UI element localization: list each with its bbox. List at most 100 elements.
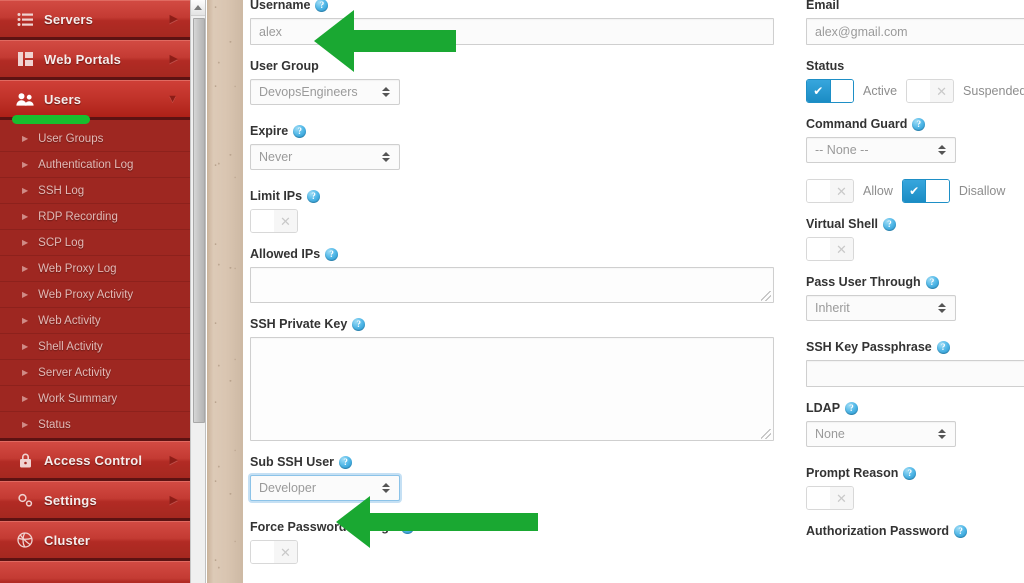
users-icon [12, 92, 38, 106]
sub-ssh-user-select[interactable]: Developer [250, 475, 400, 501]
toggle-on-icon: ✔ [902, 180, 926, 202]
sidebar-item-access-control[interactable]: Access Control ▶ [0, 441, 190, 481]
resize-handle-icon[interactable] [761, 429, 771, 439]
allowed-ips-textarea[interactable] [250, 267, 774, 303]
form-column-right: Email Status ✔ Active ✕ Suspended [806, 0, 1024, 552]
help-icon[interactable]: ? [903, 466, 917, 480]
sidebar-item-label: Access Control [44, 452, 143, 468]
sidebar-item-web-portals[interactable]: Web Portals ▶ [0, 40, 190, 80]
sub-ssh-user-value: Developer [259, 481, 316, 495]
sidebar-subitem-authentication-log[interactable]: ▶ Authentication Log [0, 152, 190, 178]
sidebar-item-servers[interactable]: Servers ▶ [0, 0, 190, 40]
username-input[interactable] [250, 18, 774, 45]
sidebar-subitem-work-summary[interactable]: ▶ Work Summary [0, 386, 190, 412]
help-icon[interactable]: ? [883, 217, 897, 231]
resize-handle-icon[interactable] [761, 291, 771, 301]
help-icon[interactable]: ? [293, 124, 307, 138]
help-icon[interactable]: ? [339, 455, 353, 469]
command-guard-select[interactable]: -- None -- [806, 137, 956, 163]
sidebar-subitem-label: RDP Recording [38, 210, 118, 223]
sidebar-subitem-ssh-log[interactable]: ▶ SSH Log [0, 178, 190, 204]
pass-user-through-label: Pass User Through ? [806, 275, 1024, 289]
sidebar-subitem-web-proxy-activity[interactable]: ▶ Web Proxy Activity [0, 282, 190, 308]
list-icon [12, 12, 38, 26]
sidebar-scrollbar[interactable] [190, 0, 206, 583]
ssh-key-passphrase-input[interactable] [806, 360, 1024, 387]
help-icon[interactable]: ? [307, 189, 321, 203]
form-column-left: Username ? User Group DevopsEngineers Ex… [250, 0, 774, 578]
status-suspended-toggle[interactable]: ✕ [906, 79, 955, 103]
help-icon[interactable]: ? [325, 247, 339, 261]
allowed-ips-label: Allowed IPs ? [250, 247, 774, 261]
bullet-arrow-icon: ▶ [22, 237, 29, 247]
command-guard-allow-toggle[interactable]: ✕ [806, 179, 854, 203]
help-icon[interactable]: ? [352, 317, 366, 331]
help-icon[interactable]: ? [954, 524, 968, 538]
email-input[interactable] [806, 18, 1024, 45]
field-status: Status ✔ Active ✕ Suspended [806, 59, 1024, 103]
sidebar-subitem-web-activity[interactable]: ▶ Web Activity [0, 308, 190, 334]
sidebar: Servers ▶ Web Portals ▶ Users ▼ ▶ User G… [0, 0, 190, 583]
lock-icon [12, 453, 38, 468]
active-highlight-bar [12, 115, 90, 124]
help-icon[interactable]: ? [315, 0, 329, 12]
chevron-right-icon: ▶ [169, 453, 178, 466]
status-active-toggle[interactable]: ✔ [806, 79, 854, 103]
toggle-off-icon: ✕ [830, 487, 853, 509]
help-icon[interactable]: ? [925, 275, 939, 289]
prompt-reason-label: Prompt Reason ? [806, 466, 1024, 480]
grid-icon [12, 52, 38, 66]
user-group-value: DevopsEngineers [259, 85, 358, 99]
chevron-right-icon: ▶ [169, 52, 178, 65]
field-prompt-reason: Prompt Reason ? ✕ [806, 466, 1024, 510]
ssh-private-key-label: SSH Private Key ? [250, 317, 774, 331]
prompt-reason-toggle[interactable]: ✕ [806, 486, 854, 510]
help-icon[interactable]: ? [936, 340, 950, 354]
bullet-arrow-icon: ▶ [22, 289, 29, 299]
help-icon[interactable]: ? [845, 401, 859, 415]
toggle-knob [251, 541, 274, 563]
spinner-icon [938, 145, 946, 155]
sidebar-subitem-web-proxy-log[interactable]: ▶ Web Proxy Log [0, 256, 190, 282]
sidebar-subitem-user-groups[interactable]: ▶ User Groups [0, 126, 190, 152]
chevron-right-icon: ▶ [169, 493, 178, 506]
email-label: Email [806, 0, 840, 12]
sidebar-item-cluster[interactable]: Cluster [0, 521, 190, 561]
bullet-arrow-icon: ▶ [22, 315, 29, 325]
toggle-off-icon: ✕ [274, 541, 297, 563]
sidebar-subitem-label: Web Activity [38, 314, 101, 327]
sidebar-item-extra[interactable] [0, 561, 190, 583]
scroll-up-button[interactable] [191, 0, 205, 16]
sidebar-item-users[interactable]: Users ▼ [0, 80, 190, 124]
help-icon[interactable]: ? [400, 520, 414, 534]
user-group-select[interactable]: DevopsEngineers [250, 79, 400, 105]
spinner-icon [938, 429, 946, 439]
expire-select[interactable]: Never [250, 144, 400, 170]
pass-user-through-select[interactable]: Inherit [806, 295, 956, 321]
field-authorization-password: Authorization Password ? [806, 524, 1024, 538]
force-password-change-toggle[interactable]: ✕ [250, 540, 298, 564]
toggle-on-icon: ✔ [807, 80, 830, 102]
help-icon[interactable]: ? [912, 117, 926, 131]
sidebar-subitem-scp-log[interactable]: ▶ SCP Log [0, 230, 190, 256]
bullet-arrow-icon: ▶ [22, 367, 29, 377]
ldap-select[interactable]: None [806, 421, 956, 447]
virtual-shell-toggle[interactable]: ✕ [806, 237, 854, 261]
ssh-private-key-textarea[interactable] [250, 337, 774, 441]
bullet-arrow-icon: ▶ [22, 393, 29, 403]
sidebar-subitem-status[interactable]: ▶ Status [0, 412, 190, 438]
sidebar-subitem-server-activity[interactable]: ▶ Server Activity [0, 360, 190, 386]
field-ssh-private-key: SSH Private Key ? [250, 317, 774, 441]
chevron-right-icon: ▶ [169, 12, 178, 25]
field-ldap: LDAP ? None [806, 401, 1024, 452]
field-limit-ips: Limit IPs ? ✕ [250, 189, 774, 233]
sidebar-item-label: Cluster [44, 532, 91, 548]
scrollbar-thumb[interactable] [193, 18, 205, 423]
sidebar-subitem-shell-activity[interactable]: ▶ Shell Activity [0, 334, 190, 360]
command-guard-disallow-toggle[interactable]: ✔ [901, 179, 950, 203]
spinner-icon [382, 152, 390, 162]
sidebar-item-settings[interactable]: Settings ▶ [0, 481, 190, 521]
limit-ips-toggle[interactable]: ✕ [250, 209, 298, 233]
sidebar-subitem-rdp-recording[interactable]: ▶ RDP Recording [0, 204, 190, 230]
toggle-knob [829, 80, 853, 102]
